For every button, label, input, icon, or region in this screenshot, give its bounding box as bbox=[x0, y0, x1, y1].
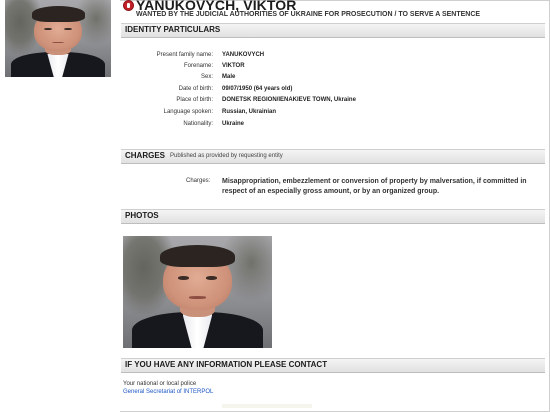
field-value: 09/07/1950 (64 years old) bbox=[222, 86, 293, 92]
field-value: VIKTOR bbox=[222, 63, 245, 69]
field-label: Sex: bbox=[200, 74, 213, 80]
field-value: Russian, Ukrainian bbox=[222, 109, 277, 115]
field-label: Place of birth: bbox=[176, 97, 213, 103]
page-subtitle: WANTED BY THE JUDICIAL AUTHORITIES OF UK… bbox=[136, 11, 481, 18]
contact-section-title: IF YOU HAVE ANY INFORMATION PLEASE CONTA… bbox=[125, 360, 328, 369]
field-row-forename: Forename: VIKTOR bbox=[121, 63, 541, 73]
interpol-red-notice-icon bbox=[123, 0, 134, 11]
interpol-contact-link[interactable]: General Secretariat of INTERPOL bbox=[123, 389, 213, 395]
field-row-nationality: Nationality: Ukraine bbox=[121, 121, 541, 131]
field-row-date-of-birth: Date of birth: 09/07/1950 (64 years old) bbox=[121, 86, 541, 96]
field-label: Language spoken: bbox=[163, 109, 213, 115]
charges-section-header: CHARGES Published as provided by request… bbox=[121, 149, 545, 164]
identity-section-title: IDENTITY PARTICULARS bbox=[125, 25, 221, 34]
field-row-family-name: Present family name: YANUKOVYCH bbox=[121, 52, 541, 62]
portrait-thumbnail[interactable] bbox=[5, 0, 111, 77]
field-label: Nationality: bbox=[183, 121, 213, 127]
contact-section-header: IF YOU HAVE ANY INFORMATION PLEASE CONTA… bbox=[121, 358, 545, 373]
field-value: DONETSK REGION/IENAKIEVE TOWN, Ukraine bbox=[222, 97, 356, 103]
field-row-place-of-birth: Place of birth: DONETSK REGION/IENAKIEVE… bbox=[121, 97, 541, 107]
charges-text: Misappropriation, embezzlement or conver… bbox=[222, 178, 527, 195]
field-row-language: Language spoken: Russian, Ukrainian bbox=[121, 109, 541, 119]
subject-photo[interactable] bbox=[123, 236, 272, 348]
identity-section-header: IDENTITY PARTICULARS bbox=[121, 23, 545, 38]
field-value: YANUKOVYCH bbox=[222, 52, 265, 58]
field-row-sex: Sex: Male bbox=[121, 74, 541, 84]
field-label: Present family name: bbox=[156, 52, 213, 58]
field-value: Ukraine bbox=[222, 121, 245, 127]
charges-label: Charges: bbox=[186, 178, 211, 184]
field-value: Male bbox=[222, 74, 236, 80]
field-label: Date of birth: bbox=[178, 86, 213, 92]
charges-section-title: CHARGES bbox=[125, 151, 166, 160]
charges-section-note: Published as provided by requesting enti… bbox=[170, 153, 283, 159]
photos-section-title: PHOTOS bbox=[125, 211, 159, 220]
bottom-fade bbox=[222, 404, 312, 408]
contact-police-text: Your national or local police bbox=[123, 381, 197, 387]
field-label: Forename: bbox=[183, 63, 213, 69]
photos-section-header: PHOTOS bbox=[121, 209, 545, 224]
